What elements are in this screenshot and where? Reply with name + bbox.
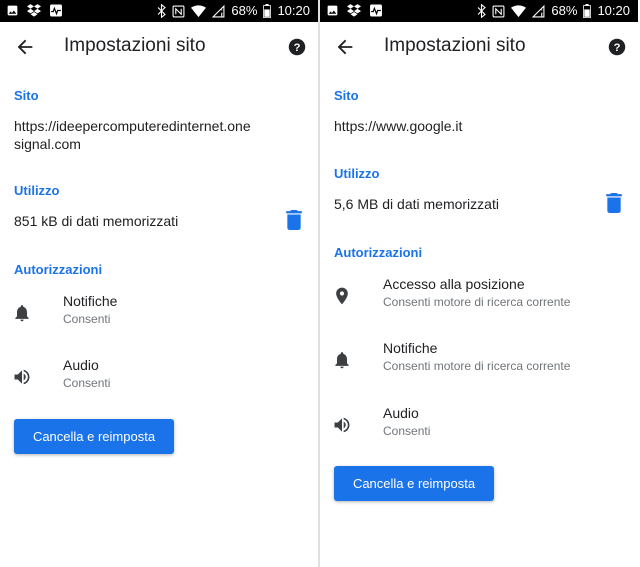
page-title: Impostazioni sito xyxy=(384,35,526,56)
speaker-icon xyxy=(14,369,30,385)
permissions-section-header: Autorizzazioni xyxy=(14,262,103,277)
permissions-section-header: Autorizzazioni xyxy=(334,245,423,260)
usage-text: 851 kB di dati memorizzati xyxy=(14,213,179,229)
dropbox-icon xyxy=(347,4,361,17)
status-clock: 10:20 xyxy=(597,3,630,18)
signal-icon xyxy=(532,4,545,17)
bell-icon xyxy=(335,352,349,369)
permission-item-audio[interactable]: Audio Consenti xyxy=(320,405,638,453)
dropbox-icon xyxy=(27,4,41,17)
permission-item-location[interactable]: Accesso alla posizione Consenti motore d… xyxy=(320,276,638,324)
bell-icon xyxy=(15,305,29,322)
permission-status: Consenti xyxy=(63,312,111,326)
status-bar: 68% 10:20 xyxy=(320,0,638,22)
permission-title: Accesso alla posizione xyxy=(383,276,525,292)
speaker-icon xyxy=(334,417,350,433)
permission-title: Notifiche xyxy=(63,293,118,309)
status-bar: 68% 10:20 xyxy=(0,0,318,22)
trash-icon[interactable] xyxy=(606,193,622,213)
permission-status: Consenti xyxy=(383,424,431,438)
usage-section-header: Utilizzo xyxy=(14,183,60,198)
image-notification-icon xyxy=(7,5,18,16)
signal-icon xyxy=(212,4,225,17)
bluetooth-icon xyxy=(158,4,167,18)
left-screen: 68% 10:20 Impostazioni sito ? Sito https… xyxy=(0,0,318,567)
wifi-icon xyxy=(191,4,207,17)
trash-icon[interactable] xyxy=(286,210,302,230)
clear-and-reset-button[interactable]: Cancella e reimposta xyxy=(334,466,494,501)
battery-icon xyxy=(583,4,592,18)
permission-title: Audio xyxy=(383,405,419,421)
nfc-icon xyxy=(492,5,505,17)
svg-text:?: ? xyxy=(614,42,621,54)
page-title: Impostazioni sito xyxy=(64,35,206,56)
usage-section-header: Utilizzo xyxy=(334,166,380,181)
help-icon[interactable]: ? xyxy=(608,38,626,56)
nfc-icon xyxy=(172,5,185,17)
permission-item-notifications[interactable]: Notifiche Consenti motore di ricerca cor… xyxy=(320,340,638,388)
usage-row: 5,6 MB di dati memorizzati xyxy=(320,193,638,217)
status-clock: 10:20 xyxy=(277,3,310,18)
location-pin-icon xyxy=(336,287,348,305)
permission-status: Consenti xyxy=(63,376,111,390)
permission-item-audio[interactable]: Audio Consenti xyxy=(0,357,318,405)
back-arrow-icon[interactable] xyxy=(334,36,356,58)
site-section-header: Sito xyxy=(14,88,39,103)
clear-and-reset-button[interactable]: Cancella e reimposta xyxy=(14,419,174,454)
battery-percent: 68% xyxy=(551,3,578,18)
bluetooth-icon xyxy=(478,4,487,18)
permission-status: Consenti motore di ricerca corrente xyxy=(383,295,571,309)
help-icon[interactable]: ? xyxy=(288,38,306,56)
usage-text: 5,6 MB di dati memorizzati xyxy=(334,196,499,212)
activity-icon xyxy=(50,4,62,17)
usage-row: 851 kB di dati memorizzati xyxy=(0,210,318,234)
permission-item-notifications[interactable]: Notifiche Consenti xyxy=(0,293,318,341)
activity-icon xyxy=(370,4,382,17)
permission-status: Consenti motore di ricerca corrente xyxy=(383,359,571,373)
site-section-header: Sito xyxy=(334,88,359,103)
right-screen: 68% 10:20 Impostazioni sito ? Sito https… xyxy=(320,0,638,567)
toolbar: Impostazioni sito ? xyxy=(0,22,318,72)
svg-text:?: ? xyxy=(294,42,301,54)
battery-icon xyxy=(263,4,272,18)
site-url: https://www.google.it xyxy=(334,118,463,134)
wifi-icon xyxy=(511,4,527,17)
site-url: https://ideepercomputeredinternet.onesig… xyxy=(14,118,251,152)
permission-title: Notifiche xyxy=(383,340,438,356)
back-arrow-icon[interactable] xyxy=(14,36,36,58)
image-notification-icon xyxy=(327,5,338,16)
battery-percent: 68% xyxy=(231,3,258,18)
toolbar: Impostazioni sito ? xyxy=(320,22,638,72)
permission-title: Audio xyxy=(63,357,99,373)
